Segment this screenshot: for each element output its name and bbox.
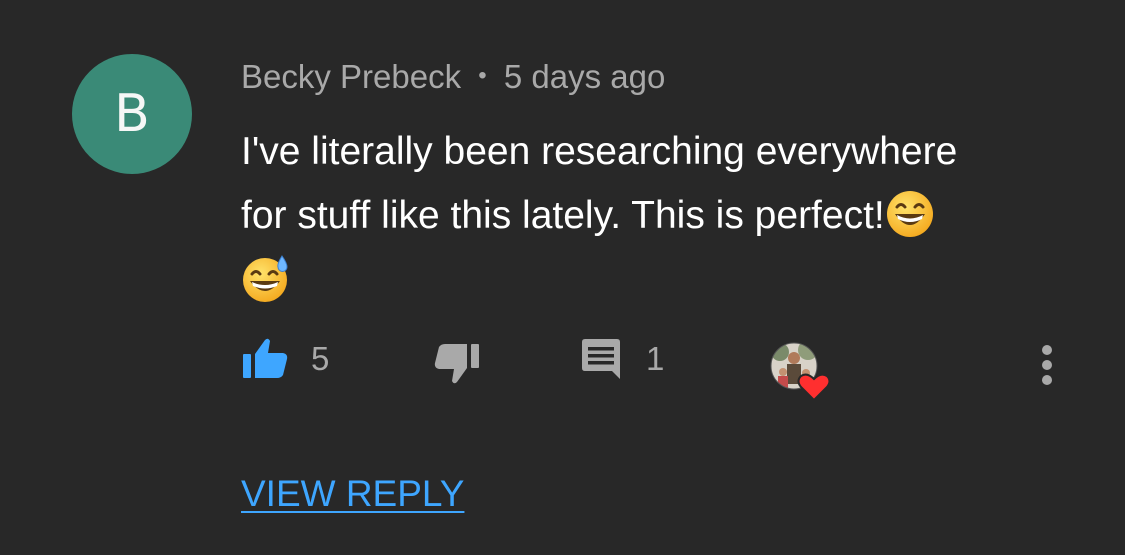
reply-button[interactable]: 1 xyxy=(578,336,664,382)
creator-avatar-heart-icon xyxy=(770,342,831,402)
more-vertical-icon xyxy=(1042,345,1052,385)
comment-timestamp[interactable]: 5 days ago xyxy=(504,58,665,95)
comment-actions: 5 1 xyxy=(0,336,1125,402)
author-name[interactable]: Becky Prebeck xyxy=(241,58,461,95)
reply-count: 1 xyxy=(646,340,665,377)
thumbs-down-icon xyxy=(434,344,479,384)
view-reply-link[interactable]: VIEW REPLY xyxy=(241,473,464,515)
comment-header: Becky Prebeck • 5 days ago xyxy=(241,58,665,96)
comment-text-line-1: I've literally been researching everywhe… xyxy=(241,130,958,173)
meta-separator: • xyxy=(478,62,487,90)
like-button[interactable]: 5 xyxy=(241,336,329,382)
grinning-face-emoji xyxy=(886,190,933,237)
avatar[interactable]: B xyxy=(72,54,192,174)
dislike-button[interactable] xyxy=(433,340,481,386)
comment-icon xyxy=(582,339,620,379)
sweat-smile-emoji xyxy=(243,254,288,302)
comment-text: I've literally been researching everywhe… xyxy=(241,120,1071,312)
avatar-letter: B xyxy=(114,84,150,144)
more-options-button[interactable] xyxy=(1036,342,1058,390)
creator-heart xyxy=(770,342,832,404)
like-count: 5 xyxy=(311,340,330,377)
comment-text-line-2: for stuff like this lately. This is perf… xyxy=(241,194,885,237)
comment-thread: B Becky Prebeck • 5 days ago I've litera… xyxy=(0,0,1125,555)
thumbs-up-icon xyxy=(243,338,288,378)
